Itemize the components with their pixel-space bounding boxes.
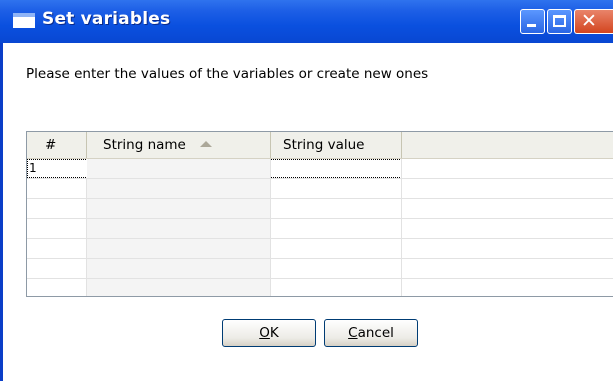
cell-num[interactable] [27, 199, 87, 218]
cancel-label: ancel [357, 325, 394, 341]
ok-button[interactable]: OK [222, 319, 316, 347]
close-icon: ✕ [581, 10, 597, 32]
title-bar[interactable]: Set variables ✕ [0, 0, 613, 43]
cell-filler [402, 159, 613, 178]
column-header-number[interactable]: # [27, 132, 87, 158]
cancel-mnemonic: C [348, 325, 358, 341]
instruction-text: Please enter the values of the variables… [26, 66, 429, 82]
maximize-icon [553, 15, 566, 27]
window-icon [13, 13, 35, 28]
table-row[interactable] [27, 199, 613, 219]
cell-num[interactable] [27, 259, 87, 278]
cell-name[interactable] [87, 179, 271, 198]
column-header-string-value[interactable]: String value [271, 132, 402, 158]
minimize-icon [527, 24, 536, 27]
close-button[interactable]: ✕ [574, 9, 613, 34]
cell-name[interactable] [87, 279, 271, 296]
column-label: # [45, 137, 57, 153]
cell-filler [402, 259, 613, 278]
cell-name[interactable] [87, 219, 271, 238]
cell-num[interactable] [27, 179, 87, 198]
ok-label: K [269, 325, 279, 341]
cell-name[interactable] [87, 159, 271, 178]
cell-value[interactable] [271, 279, 402, 296]
cell-num[interactable] [27, 239, 87, 258]
variables-table[interactable]: # String name String value 1 [26, 131, 613, 297]
set-variables-dialog: Set variables ✕ Please enter the values … [0, 0, 613, 381]
table-row[interactable] [27, 219, 613, 239]
window-title: Set variables [42, 9, 171, 29]
cell-num[interactable] [27, 279, 87, 296]
table-row[interactable] [27, 239, 613, 259]
column-label: String value [283, 137, 365, 153]
table-header: # String name String value [27, 132, 613, 159]
column-header-filler [402, 132, 613, 158]
cell-filler [402, 219, 613, 238]
table-row[interactable]: 1 [27, 159, 613, 179]
cell-filler [402, 239, 613, 258]
minimize-button[interactable] [520, 9, 545, 34]
cell-num[interactable] [27, 219, 87, 238]
cell-value[interactable] [271, 259, 402, 278]
cell-value[interactable] [271, 179, 402, 198]
sort-ascending-icon [199, 141, 212, 147]
cell-value[interactable] [271, 219, 402, 238]
ok-mnemonic: O [259, 325, 270, 341]
cell-name[interactable] [87, 199, 271, 218]
cell-value[interactable] [271, 159, 402, 178]
table-row[interactable] [27, 179, 613, 199]
cell-value[interactable] [271, 199, 402, 218]
cell-filler [402, 199, 613, 218]
cell-filler [402, 179, 613, 198]
cell-filler [402, 279, 613, 296]
cell-value[interactable] [271, 239, 402, 258]
table-row[interactable] [27, 279, 613, 296]
column-label: String name [103, 137, 186, 153]
table-row[interactable] [27, 259, 613, 279]
cell-name[interactable] [87, 259, 271, 278]
maximize-button[interactable] [547, 9, 572, 34]
cell-name[interactable] [87, 239, 271, 258]
cancel-button[interactable]: Cancel [324, 319, 418, 347]
column-header-string-name[interactable]: String name [87, 132, 271, 158]
